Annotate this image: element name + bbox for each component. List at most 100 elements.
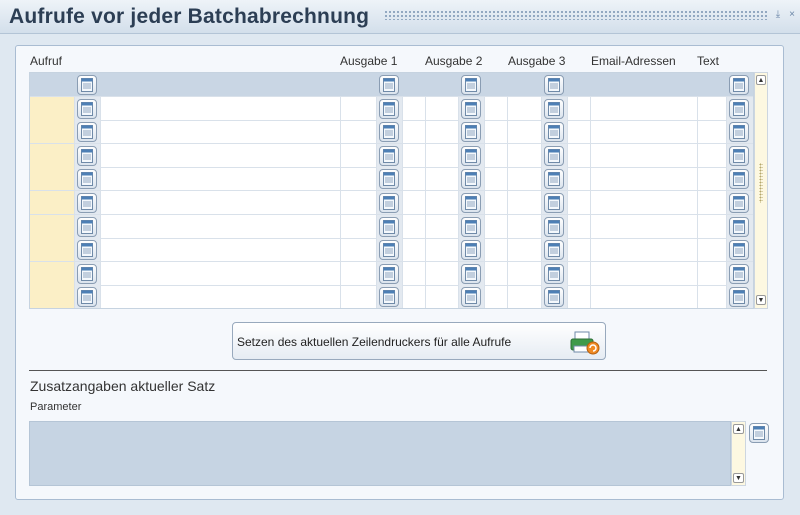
table-cell[interactable] [698, 285, 727, 308]
aufruf-edit-button[interactable] [77, 169, 97, 190]
ausgabe2-edit-button[interactable] [461, 216, 481, 237]
aufruf-edit-button[interactable] [77, 287, 97, 308]
table-cell[interactable] [591, 167, 698, 191]
table-cell[interactable] [403, 191, 426, 214]
table-cell[interactable] [341, 214, 377, 238]
table-cell[interactable] [426, 120, 459, 144]
table-cell[interactable] [568, 214, 591, 238]
aufruf-edit-button[interactable] [77, 263, 97, 284]
table-cell[interactable] [341, 261, 377, 285]
table-row[interactable] [30, 191, 753, 215]
table-cell[interactable] [508, 261, 542, 285]
table-scrollbar[interactable]: ▲ ▼ [754, 72, 768, 309]
table-cell[interactable] [403, 214, 426, 238]
table-cell[interactable] [426, 143, 459, 167]
close-icon[interactable]: × [786, 9, 798, 21]
table-cell[interactable] [101, 285, 341, 308]
aufruf-edit-button[interactable] [77, 240, 97, 261]
table-cell[interactable] [485, 167, 508, 191]
table-cell[interactable] [30, 167, 75, 191]
table-cell[interactable] [341, 143, 377, 167]
ausgabe3-edit-button[interactable] [544, 75, 564, 95]
ausgabe1-edit-button[interactable] [379, 75, 399, 95]
parameter-textarea[interactable] [29, 421, 731, 486]
table-row[interactable] [30, 285, 753, 308]
table-cell[interactable] [30, 191, 75, 214]
table-cell[interactable] [698, 143, 727, 167]
ausgabe1-edit-button[interactable] [379, 145, 399, 166]
table-cell[interactable] [403, 285, 426, 308]
table-cell[interactable] [101, 214, 341, 238]
table-cell[interactable] [101, 167, 341, 191]
table-row[interactable] [30, 143, 753, 168]
table-cell[interactable] [101, 261, 341, 285]
text-edit-button[interactable] [729, 216, 749, 237]
aufruf-edit-button[interactable] [77, 193, 97, 213]
table-cell[interactable] [568, 120, 591, 144]
text-edit-button[interactable] [729, 169, 749, 190]
table-cell[interactable] [568, 238, 591, 262]
table-cell[interactable] [591, 285, 698, 308]
table-cell[interactable] [485, 143, 508, 167]
table-cell[interactable] [508, 167, 542, 191]
table-cell[interactable] [101, 238, 341, 262]
table-cell[interactable] [30, 120, 75, 144]
table-cell[interactable] [485, 285, 508, 308]
table-cell[interactable] [426, 96, 459, 120]
set-line-printer-button[interactable]: Setzen des aktuellen Zeilendruckers für … [232, 322, 606, 360]
table-row[interactable] [30, 96, 753, 121]
table-cell[interactable] [508, 96, 542, 120]
ausgabe3-edit-button[interactable] [544, 169, 564, 190]
aufruf-edit-button[interactable] [77, 145, 97, 166]
ausgabe2-edit-button[interactable] [461, 75, 481, 95]
table-cell[interactable] [485, 191, 508, 214]
table-cell[interactable] [30, 214, 75, 238]
ausgabe1-edit-button[interactable] [379, 216, 399, 237]
table-cell[interactable] [426, 285, 459, 308]
scroll-thumb[interactable] [759, 163, 763, 203]
ausgabe1-edit-button[interactable] [379, 240, 399, 261]
table-cell[interactable] [508, 191, 542, 214]
table-cell[interactable] [426, 167, 459, 191]
ausgabe3-edit-button[interactable] [544, 193, 564, 213]
table-cell[interactable] [101, 120, 341, 144]
ausgabe2-edit-button[interactable] [461, 98, 481, 119]
table-cell[interactable] [698, 96, 727, 120]
table-cell[interactable] [568, 285, 591, 308]
table-cell[interactable] [30, 285, 75, 308]
ausgabe2-edit-button[interactable] [461, 122, 481, 143]
table-row[interactable] [30, 214, 753, 239]
table-cell[interactable] [341, 191, 377, 214]
ausgabe1-edit-button[interactable] [379, 263, 399, 284]
table-cell[interactable] [485, 261, 508, 285]
table-cell[interactable] [30, 143, 75, 167]
parameter-edit-button[interactable] [749, 423, 769, 443]
text-edit-button[interactable] [729, 263, 749, 284]
ausgabe2-edit-button[interactable] [461, 263, 481, 284]
ausgabe2-edit-button[interactable] [461, 169, 481, 190]
table-cell[interactable] [403, 238, 426, 262]
text-edit-button[interactable] [729, 193, 749, 213]
text-edit-button[interactable] [729, 240, 749, 261]
table-cell[interactable] [591, 238, 698, 262]
ausgabe2-edit-button[interactable] [461, 145, 481, 166]
table-cell[interactable] [698, 238, 727, 262]
aufruf-edit-button[interactable] [77, 122, 97, 143]
table-cell[interactable] [508, 238, 542, 262]
text-edit-button[interactable] [729, 122, 749, 143]
table-cell[interactable] [403, 120, 426, 144]
table-cell[interactable] [101, 96, 341, 120]
table-cell[interactable] [341, 238, 377, 262]
param-scroll-up-icon[interactable]: ▲ [733, 424, 744, 434]
table-cell[interactable] [30, 261, 75, 285]
param-scroll-down-icon[interactable]: ▼ [733, 473, 744, 483]
ausgabe2-edit-button[interactable] [461, 287, 481, 308]
table-cell[interactable] [403, 143, 426, 167]
table-cell[interactable] [485, 214, 508, 238]
table-cell[interactable] [508, 214, 542, 238]
table-cell[interactable] [568, 143, 591, 167]
ausgabe2-edit-button[interactable] [461, 240, 481, 261]
table-row[interactable] [30, 167, 753, 192]
table-cell[interactable] [485, 120, 508, 144]
table-cell[interactable] [591, 120, 698, 144]
